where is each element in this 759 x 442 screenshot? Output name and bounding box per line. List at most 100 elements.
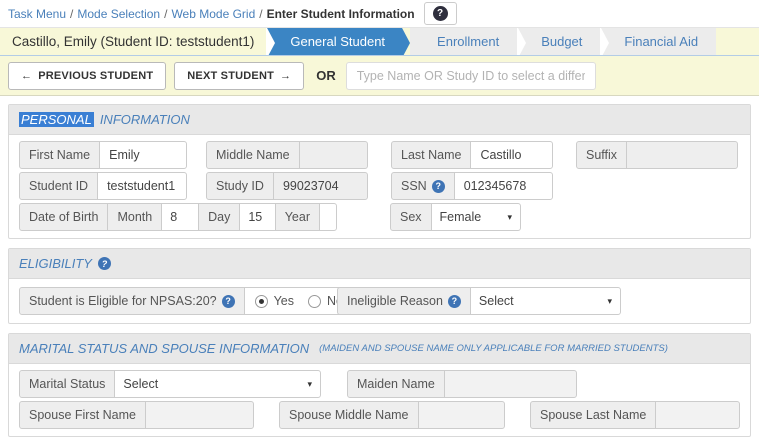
first-name-label: First Name — [19, 141, 100, 169]
study-id-label: Study ID — [206, 172, 274, 200]
breadcrumb-separator: / — [164, 7, 167, 21]
marital-status-header: MARITAL STATUS AND SPOUSE INFORMATION (M… — [9, 334, 750, 364]
last-name-group: Last Name — [391, 141, 553, 169]
tab-label: Enrollment — [437, 34, 499, 49]
eligible-yes-radio[interactable] — [255, 295, 268, 308]
spouse-last-name-label: Spouse Last Name — [530, 401, 656, 429]
dob-day-label: Day — [198, 203, 240, 231]
spouse-last-name-group: Spouse Last Name — [530, 401, 740, 429]
previous-student-label: PREVIOUS STUDENT — [38, 70, 153, 82]
ineligible-reason-group: Ineligible Reason ? Select ▾ — [337, 287, 621, 315]
dob-month-input[interactable] — [161, 203, 199, 231]
student-id-group: Student ID — [19, 172, 187, 200]
eligibility-help-icon[interactable]: ? — [98, 257, 111, 270]
ineligible-reason-select[interactable]: Select ▾ — [470, 287, 621, 315]
student-nav-bar: ← PREVIOUS STUDENT NEXT STUDENT → OR — [0, 56, 759, 96]
sex-group: Sex Female ▾ — [390, 203, 521, 231]
breadcrumb-link-mode-selection[interactable]: Mode Selection — [77, 7, 160, 21]
date-of-birth-group: Date of Birth Month Day Year — [19, 203, 337, 231]
middle-name-input[interactable] — [299, 141, 368, 169]
next-student-label: NEXT STUDENT — [187, 70, 274, 82]
tab-financial-aid[interactable]: Financial Aid — [600, 28, 716, 55]
ssn-input[interactable] — [454, 172, 553, 200]
last-name-label: Last Name — [391, 141, 471, 169]
tab-label: Budget — [541, 34, 582, 49]
previous-student-button[interactable]: ← PREVIOUS STUDENT — [8, 62, 166, 90]
last-name-input[interactable] — [470, 141, 553, 169]
middle-name-group: Middle Name — [206, 141, 368, 169]
spouse-middle-name-input[interactable] — [418, 401, 505, 429]
marital-status-select[interactable]: Select ▾ — [114, 370, 321, 398]
dob-year-input[interactable] — [319, 203, 337, 231]
suffix-input[interactable] — [626, 141, 738, 169]
section-note: (MAIDEN AND SPOUSE NAME ONLY APPLICABLE … — [319, 343, 668, 354]
student-id-input[interactable] — [97, 172, 187, 200]
breadcrumb-separator: / — [259, 7, 262, 21]
spouse-first-name-input[interactable] — [145, 401, 254, 429]
personal-information-header: PERSONAL INFORMATION — [9, 105, 750, 135]
section-title-highlight: PERSONAL — [19, 112, 94, 127]
eligibility-body: Student is Eligible for NPSAS:20? ? Yes … — [9, 279, 750, 323]
maiden-name-label: Maiden Name — [347, 370, 445, 398]
dob-day-input[interactable] — [239, 203, 275, 231]
eligible-yes-label[interactable]: Yes — [274, 294, 294, 308]
student-search-input[interactable] — [346, 62, 596, 90]
first-name-group: First Name — [19, 141, 187, 169]
student-name-label: Castillo, Emily (Student ID: teststudent… — [0, 28, 266, 55]
caret-down-icon: ▾ — [307, 379, 312, 390]
personal-information-panel: PERSONAL INFORMATION First Name Middle N… — [8, 104, 751, 239]
caret-down-icon: ▾ — [607, 296, 612, 307]
section-title: MARITAL STATUS AND SPOUSE INFORMATION — [19, 341, 309, 356]
breadcrumb: Task Menu / Mode Selection / Web Mode Gr… — [0, 0, 759, 27]
caret-down-icon: ▾ — [507, 212, 512, 223]
breadcrumb-current: Enter Student Information — [267, 7, 415, 21]
chevron-separator-icon — [266, 27, 275, 56]
sex-select[interactable]: Female ▾ — [431, 203, 521, 231]
left-arrow-icon: ← — [21, 70, 32, 82]
breadcrumb-link-task-menu[interactable]: Task Menu — [8, 7, 66, 21]
ssn-label: SSN ? — [391, 172, 455, 200]
sex-selected-value: Female — [440, 210, 482, 224]
section-title: INFORMATION — [100, 112, 190, 127]
spouse-middle-name-label: Spouse Middle Name — [279, 401, 419, 429]
chevron-separator-icon — [517, 27, 526, 56]
maiden-name-group: Maiden Name — [347, 370, 577, 398]
study-id-group: Study ID — [206, 172, 368, 200]
tab-label: Financial Aid — [624, 34, 698, 49]
eligible-question-text: Student is Eligible for NPSAS:20? — [29, 294, 217, 308]
spouse-last-name-input[interactable] — [655, 401, 740, 429]
chevron-separator-icon — [600, 27, 609, 56]
ineligible-reason-label: Ineligible Reason ? — [337, 287, 471, 315]
arrow-point-icon — [401, 27, 410, 56]
dob-year-label: Year — [275, 203, 320, 231]
ssn-help-icon[interactable]: ? — [432, 180, 445, 193]
eligibility-panel: ELIGIBILITY ? Student is Eligible for NP… — [8, 248, 751, 324]
eligibility-header: ELIGIBILITY ? — [9, 249, 750, 279]
sex-label: Sex — [390, 203, 432, 231]
next-student-button[interactable]: NEXT STUDENT → — [174, 62, 304, 90]
student-banner: Castillo, Emily (Student ID: teststudent… — [0, 27, 759, 56]
tab-enrollment[interactable]: Enrollment — [410, 28, 517, 55]
tab-general-student[interactable]: General Student — [266, 28, 401, 55]
breadcrumb-separator: / — [70, 7, 73, 21]
eligible-no-radio[interactable] — [308, 295, 321, 308]
eligible-group: Student is Eligible for NPSAS:20? ? Yes … — [19, 287, 309, 315]
ineligible-selected-value: Select — [479, 294, 514, 308]
marital-status-body: Marital Status Select ▾ Maiden Name Spou… — [9, 364, 750, 436]
study-id-input[interactable] — [273, 172, 368, 200]
tab-budget[interactable]: Budget — [517, 28, 600, 55]
or-label: OR — [316, 68, 336, 83]
help-icon: ? — [433, 6, 448, 21]
eligible-help-icon[interactable]: ? — [222, 295, 235, 308]
ineligible-help-icon[interactable]: ? — [448, 295, 461, 308]
marital-status-label: Marital Status — [19, 370, 115, 398]
page-help-button[interactable]: ? — [424, 2, 457, 25]
marital-status-selected-value: Select — [123, 377, 158, 391]
ssn-label-text: SSN — [401, 179, 427, 193]
maiden-name-input[interactable] — [444, 370, 577, 398]
first-name-input[interactable] — [99, 141, 187, 169]
spouse-middle-name-group: Spouse Middle Name — [279, 401, 505, 429]
spouse-first-name-label: Spouse First Name — [19, 401, 146, 429]
ssn-group: SSN ? — [391, 172, 553, 200]
breadcrumb-link-web-mode-grid[interactable]: Web Mode Grid — [171, 7, 255, 21]
